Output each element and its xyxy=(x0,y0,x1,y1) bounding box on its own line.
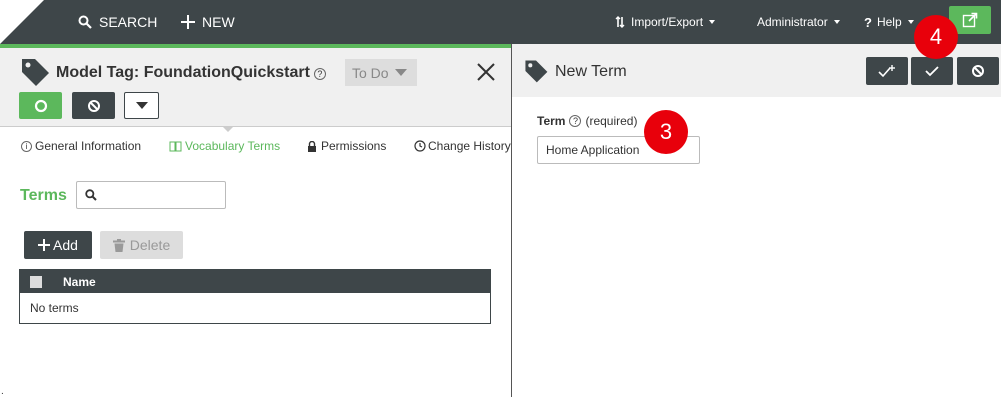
chevron-down-icon xyxy=(709,20,716,24)
empty-row: No terms xyxy=(20,293,490,323)
term-field-label: Term ? (required) xyxy=(537,114,637,128)
new-term-title: New Term xyxy=(555,63,627,80)
help-circle-icon[interactable]: ? xyxy=(313,68,326,80)
check-icon xyxy=(925,66,939,77)
active-tab-pointer xyxy=(222,126,234,132)
import-export-menu[interactable]: Import/Export xyxy=(615,0,716,44)
lock-icon xyxy=(308,140,316,152)
close-icon[interactable] xyxy=(475,61,497,83)
help-label: Help xyxy=(876,15,902,29)
ban-icon xyxy=(87,99,100,112)
tab-label: Permissions xyxy=(321,139,387,153)
column-header-name[interactable]: Name xyxy=(63,275,96,289)
tab-label: General Information xyxy=(35,139,142,153)
stray-mark: . xyxy=(1,386,4,397)
plus-icon xyxy=(38,239,51,251)
tab-change-history[interactable]: Change History xyxy=(414,139,511,153)
annotation-badge-4: 4 xyxy=(914,15,958,59)
chevron-down-icon xyxy=(394,69,407,76)
tab-general-information[interactable]: i General Information xyxy=(21,139,141,153)
tag-icon xyxy=(525,60,548,83)
search-label: SEARCH xyxy=(99,14,158,30)
chevron-down-icon xyxy=(907,20,914,24)
table-header: Name xyxy=(20,270,490,293)
delete-term-button[interactable]: Delete xyxy=(100,231,183,259)
start-button[interactable] xyxy=(19,92,62,119)
plus-icon xyxy=(181,15,195,29)
cancel-button[interactable] xyxy=(72,92,115,119)
clock-icon xyxy=(414,140,426,152)
search-button[interactable]: SEARCH xyxy=(78,0,157,44)
top-navigation-bar: SEARCH NEW Import/Export Administrator ?… xyxy=(0,0,1001,44)
add-label: Add xyxy=(53,237,78,253)
page-title: Model Tag: FoundationQuickstart? xyxy=(56,64,326,82)
term-label-text: Term xyxy=(537,114,566,128)
required-label: (required) xyxy=(585,114,638,128)
delete-label: Delete xyxy=(129,237,171,253)
cancel-new-term-button[interactable] xyxy=(957,57,999,85)
tab-permissions[interactable]: Permissions xyxy=(307,139,386,153)
circle-icon xyxy=(34,99,47,112)
terms-table: Name No terms xyxy=(19,269,491,324)
trash-icon xyxy=(112,238,125,252)
terms-search-input[interactable] xyxy=(76,181,226,209)
search-icon xyxy=(78,15,92,29)
external-link-icon xyxy=(962,12,978,28)
tag-icon xyxy=(22,59,49,86)
import-export-label: Import/Export xyxy=(631,15,704,29)
chevron-down-icon xyxy=(135,102,148,109)
user-label: Administrator xyxy=(757,15,828,29)
tab-vocabulary-terms[interactable]: Vocabulary Terms xyxy=(169,139,280,153)
save-button[interactable] xyxy=(911,57,953,85)
tab-label: Vocabulary Terms xyxy=(185,139,281,153)
check-plus-icon xyxy=(878,65,895,78)
save-and-add-button[interactable] xyxy=(866,57,908,85)
new-button[interactable]: NEW xyxy=(181,0,235,44)
import-export-icon xyxy=(615,16,625,28)
more-actions-button[interactable] xyxy=(124,92,159,119)
tab-bar: i General Information Vocabulary Terms P… xyxy=(0,126,511,166)
help-icon: ? xyxy=(864,14,872,30)
status-label: To Do xyxy=(352,64,389,81)
help-menu[interactable]: ? Help xyxy=(864,0,914,44)
tab-label: Change History xyxy=(428,139,511,153)
add-term-button[interactable]: Add xyxy=(24,231,92,259)
terms-heading: Terms xyxy=(20,187,67,204)
status-dropdown[interactable]: To Do xyxy=(345,59,417,86)
ban-icon xyxy=(972,65,984,77)
select-all-checkbox[interactable] xyxy=(30,275,42,288)
book-icon xyxy=(169,141,182,151)
info-icon: i xyxy=(21,140,32,152)
empty-message: No terms xyxy=(30,301,79,315)
chevron-down-icon xyxy=(833,20,840,24)
user-menu[interactable]: Administrator xyxy=(757,0,840,44)
logo-notch xyxy=(0,0,44,44)
annotation-badge-3: 3 xyxy=(644,110,688,154)
search-icon xyxy=(85,189,97,201)
title-text: Model Tag: FoundationQuickstart xyxy=(56,64,310,81)
new-label: NEW xyxy=(202,14,235,30)
help-circle-icon[interactable]: ? xyxy=(569,115,582,127)
